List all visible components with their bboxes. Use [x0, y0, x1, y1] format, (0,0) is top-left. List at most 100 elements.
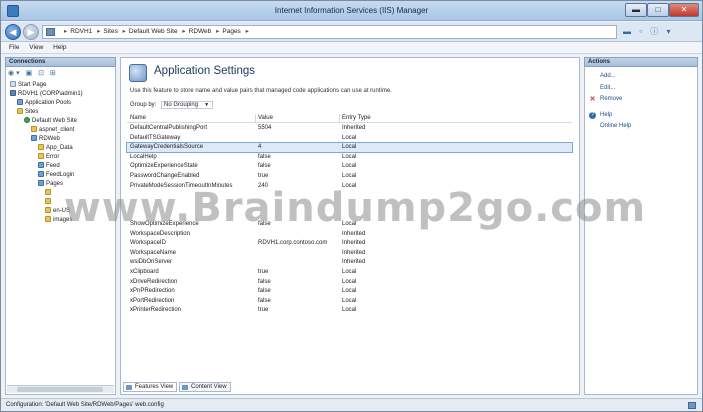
table-row[interactable]: xClipboard true Local [127, 268, 572, 277]
address-tools[interactable]: ▬ ▫ ⓘ ▾ [623, 26, 674, 37]
folder-icon [45, 207, 51, 213]
setting-entry-type: Local [342, 278, 357, 285]
table-row[interactable]: LocalHelp false Local [127, 153, 572, 162]
edit-action[interactable]: Edit... [600, 84, 615, 93]
menu-view[interactable]: View [29, 44, 43, 51]
table-row[interactable] [127, 210, 572, 219]
setting-entry-type: Local [342, 173, 357, 179]
tree-node-label: Feed [46, 163, 60, 169]
tree-node[interactable] [45, 198, 53, 207]
table-row[interactable]: xDriveRedirection false Local [127, 278, 572, 287]
breadcrumb-item[interactable]: Sites [103, 28, 117, 35]
server-icon [10, 90, 16, 96]
setting-name: LocalHelp [130, 153, 157, 160]
tree-node[interactable]: Sites [17, 108, 38, 117]
breadcrumb-item[interactable]: Pages [222, 28, 240, 35]
setting-entry-type: Inherited [342, 125, 366, 131]
tree-node[interactable]: RDWeb [31, 135, 60, 144]
table-row[interactable] [127, 191, 572, 200]
tree-node[interactable]: aspnet_client [31, 126, 74, 135]
column-name-header[interactable]: Name [130, 114, 146, 123]
table-row[interactable]: DefaultTSGateway Local [127, 134, 572, 143]
tree-node-label: Sites [25, 109, 39, 115]
table-row[interactable]: wsiDbOnServer Inherited [127, 258, 572, 267]
breadcrumb-item[interactable]: Default Web Site [129, 28, 178, 35]
group-by: Group by: No Grouping ▼ [130, 101, 214, 109]
column-value-header[interactable]: Value [258, 114, 273, 123]
maximize-button[interactable]: □ [647, 3, 669, 17]
tree-node-label: Application Pools [25, 100, 72, 106]
actions-header: Actions [584, 57, 698, 67]
minimize-button[interactable]: ▬ [625, 3, 647, 17]
breadcrumb-item[interactable]: RDWeb [189, 28, 212, 35]
setting-entry-type: Local [342, 288, 357, 295]
column-divider[interactable] [255, 114, 256, 123]
table-row[interactable]: xPnPRedirection false Local [127, 287, 572, 296]
folder-icon [31, 126, 37, 132]
tab-features-view[interactable]: Features View [123, 382, 178, 392]
tree-node[interactable]: Default Web Site [24, 117, 77, 126]
back-button[interactable]: ◀ [5, 24, 21, 40]
online-help-action[interactable]: Online Help [600, 122, 631, 131]
tree-node[interactable]: Error [38, 153, 59, 162]
setting-name: ShowOptimizeExperience [130, 221, 199, 227]
group-by-select[interactable]: No Grouping ▼ [161, 101, 214, 109]
column-entry-type-header[interactable]: Entry Type [342, 114, 371, 123]
table-row[interactable]: DefaultCentralPublishingPort 5504 Inherite… [127, 124, 572, 133]
help-action[interactable]: Help [600, 111, 612, 120]
table-row[interactable]: WorkspaceDescription Inherited [127, 230, 572, 239]
horizontal-scrollbar[interactable] [7, 385, 114, 393]
forward-button[interactable]: ▶ [23, 24, 39, 40]
tree-node[interactable]: Start Page [10, 81, 46, 90]
menu-file[interactable]: File [9, 44, 19, 51]
tree-node[interactable]: App_Data [38, 144, 73, 153]
breadcrumb[interactable]: ▸ RDVH1 ▸ Sites ▸ Default Web Site ▸ RDWeb ▸… [42, 25, 617, 39]
address-bar: ◀ ▶ ▸ RDVH1 ▸ Sites ▸ Default Web Site ▸ RDW… [1, 22, 702, 42]
tree-node[interactable]: en-US [45, 207, 70, 216]
add-action[interactable]: Add... [600, 72, 616, 81]
tree-node[interactable]: Pages [38, 180, 63, 189]
breadcrumb-item[interactable]: RDVH1 [70, 28, 92, 35]
setting-name: wsiDbOnServer [130, 259, 173, 266]
tree-node[interactable] [45, 189, 53, 198]
tree-node[interactable]: Application Pools [17, 99, 71, 108]
setting-name: WorkspaceDescription [130, 230, 190, 237]
scroll-thumb[interactable] [17, 387, 103, 392]
tree-node[interactable]: FeedLogin [38, 171, 74, 180]
connections-panel: Connections ◉▾ ▣ ⊡ ⊞ Start Page RDVH1 (CO… [5, 57, 116, 395]
feature-panel: Application Settings Use this feature to… [120, 57, 580, 395]
table-row[interactable]: WorkspaceName Inherited [127, 249, 572, 258]
setting-name: PasswordChangeEnabled [130, 173, 200, 179]
table-row[interactable]: OptimizeExperienceState false Local [127, 162, 572, 171]
remove-action[interactable]: Remove [600, 95, 622, 104]
table-row[interactable]: xPortRedirection false Local [127, 297, 572, 306]
setting-name: xPrinterRedirection [130, 307, 182, 314]
window-title: Internet Information Services (IIS) Mana… [274, 6, 429, 15]
setting-name: OptimizeExperienceState [130, 163, 198, 170]
table-row[interactable]: GatewayCredentialsSource 4 Local [126, 142, 573, 154]
grid-header: Name Value Entry Type [127, 114, 572, 123]
group-by-label: Group by: [130, 102, 157, 108]
iis-manager-window: Internet Information Services (IIS) Mana… [0, 0, 703, 412]
column-divider[interactable] [339, 114, 340, 123]
setting-value: 5504 [258, 125, 272, 131]
table-row[interactable]: PrivateModeSessionTimeoutInMinutes 240 Loc… [127, 182, 572, 191]
tree-node[interactable]: images [45, 216, 72, 225]
tab-content-view[interactable]: Content View [179, 382, 231, 392]
setting-name: xClipboard [130, 269, 159, 275]
globe-icon [24, 117, 30, 123]
table-row[interactable] [127, 201, 572, 210]
computer-icon [46, 28, 55, 36]
table-row[interactable]: xPrinterRedirection true Local [127, 306, 572, 315]
table-row[interactable]: ShowOptimizeExperience false Local [127, 220, 572, 229]
table-row[interactable]: WorkspaceID RDVH1.corp.contoso.com Inherit… [127, 239, 572, 248]
tree-node[interactable]: RDVH1 (CORP\admin1) [10, 90, 83, 99]
close-button[interactable]: ✕ [669, 3, 699, 17]
menu-help[interactable]: Help [53, 44, 66, 51]
setting-entry-type: Local [342, 307, 357, 314]
table-row[interactable]: PasswordChangeEnabled true Local [127, 172, 572, 181]
connections-toolbar[interactable]: ◉▾ ▣ ⊡ ⊞ [8, 69, 58, 79]
tree-node[interactable]: Feed [38, 162, 60, 171]
tree-node-label: Start Page [18, 82, 47, 88]
setting-name: DefaultCentralPublishingPort [130, 125, 208, 131]
